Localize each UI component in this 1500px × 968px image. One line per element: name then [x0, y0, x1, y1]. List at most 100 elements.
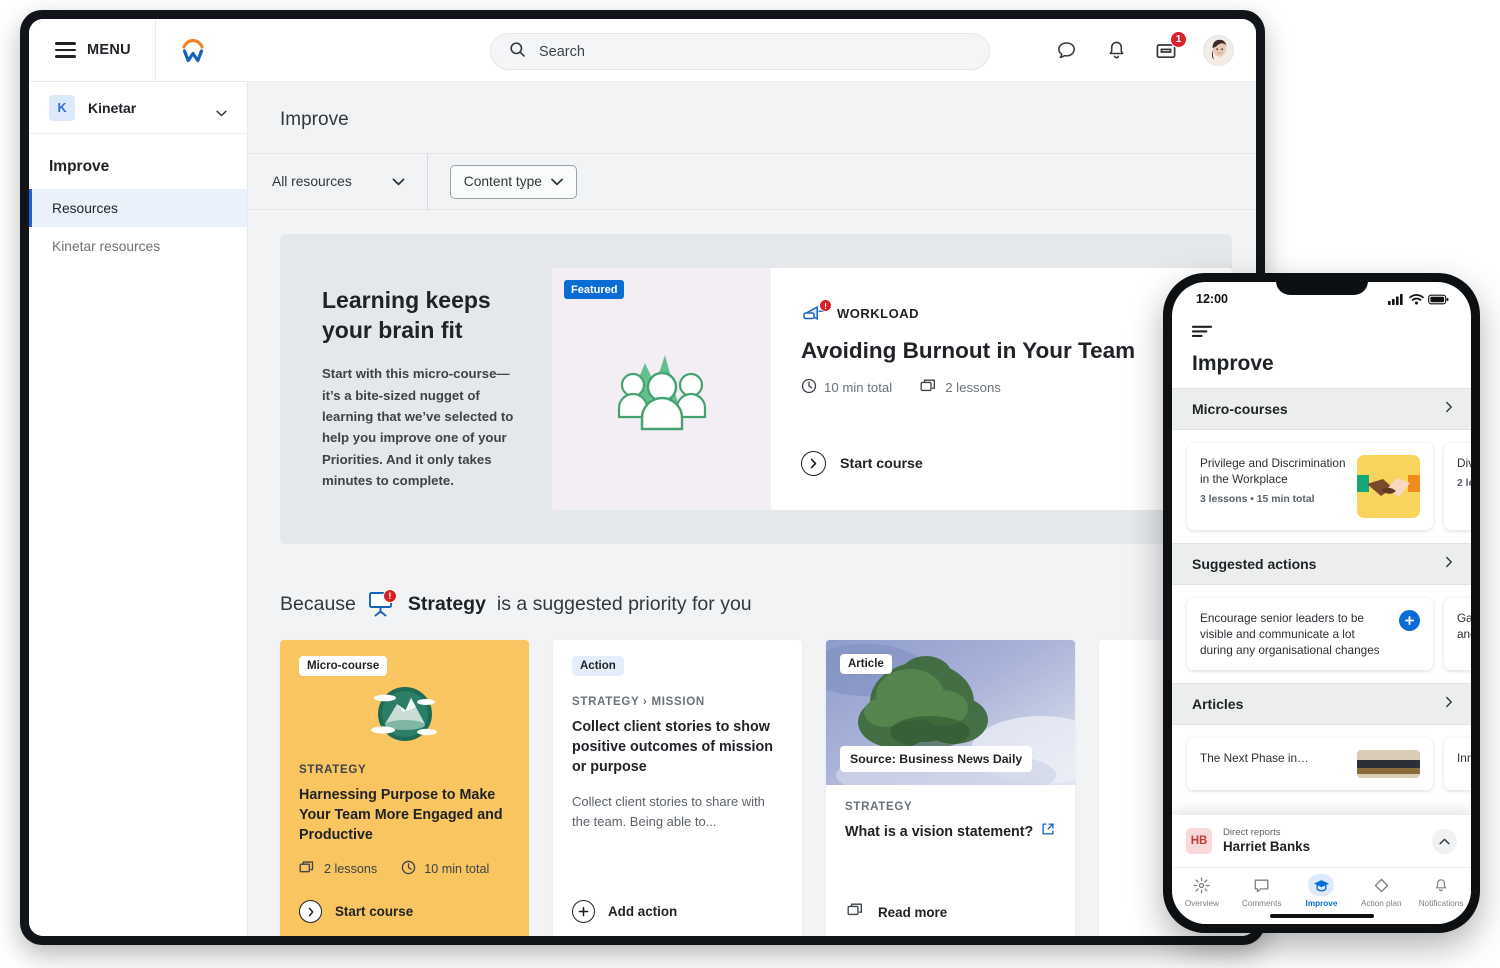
- status-icons: [1388, 293, 1449, 305]
- featured-category-row: ! WORKLOAD: [801, 302, 1202, 324]
- read-more-button[interactable]: Read more: [826, 902, 1075, 936]
- mobile-action-card[interactable]: Gai… taki… and…: [1444, 598, 1471, 670]
- graduation-cap-icon: [1308, 874, 1334, 896]
- course-title: Div… in R…: [1457, 455, 1471, 471]
- team-illustration: [587, 329, 737, 449]
- mobile-course-card[interactable]: Div… in R… 2 les…: [1444, 443, 1471, 530]
- lessons-meta: 2 lessons: [920, 378, 1001, 397]
- resource-filter-dropdown[interactable]: All resources: [272, 153, 428, 210]
- expand-sheet-button[interactable]: [1432, 829, 1457, 854]
- card-meta: 2 lessons 10 min total: [299, 860, 510, 878]
- add-action-button[interactable]: [1399, 610, 1420, 631]
- card-description: Collect client stories to share with the…: [572, 792, 783, 831]
- avatar-initials: HB: [1186, 828, 1212, 854]
- mobile-article-list: The Next Phase in… Inn…: [1172, 725, 1471, 803]
- mobile-article-card[interactable]: The Next Phase in…: [1187, 738, 1433, 790]
- chevron-right-icon: [1445, 695, 1453, 713]
- start-course-button[interactable]: Start course: [280, 900, 529, 936]
- mobile-micro-course-list: Privilege and Discrimination in the Work…: [1172, 430, 1471, 543]
- read-more-label: Read more: [878, 905, 947, 920]
- article-thumbnail: [1357, 750, 1420, 778]
- clock-icon: [801, 378, 817, 397]
- sidebar-item-kinetar-resources[interactable]: Kinetar resources: [29, 227, 247, 265]
- mobile-article-card[interactable]: Inn…: [1444, 738, 1471, 790]
- desktop-device-frame: MENU Search: [20, 10, 1265, 945]
- card-micro-course[interactable]: Micro-course: [280, 640, 529, 936]
- lessons-stack-icon: [299, 860, 316, 878]
- filter-lines-icon[interactable]: [1192, 325, 1213, 342]
- sidebar: K Kinetar Improve Resources Kinetar reso…: [29, 82, 248, 936]
- tab-overview[interactable]: Overview: [1174, 874, 1230, 908]
- status-time: 12:00: [1196, 292, 1228, 306]
- section-label: Micro-courses: [1192, 401, 1288, 417]
- priority-name: Strategy: [408, 593, 486, 616]
- mobile-course-card[interactable]: Privilege and Discrimination in the Work…: [1187, 443, 1433, 530]
- course-title: Privilege and Discrimination in the Work…: [1200, 455, 1347, 487]
- sidebar-item-label: Resources: [52, 201, 118, 216]
- sidebar-item-resources[interactable]: Resources: [29, 189, 247, 227]
- workday-logo[interactable]: [156, 33, 230, 67]
- action-title: Gai… taki… and…: [1457, 610, 1471, 642]
- org-switcher[interactable]: K Kinetar: [29, 82, 247, 134]
- inbox-icon[interactable]: 1: [1153, 38, 1179, 64]
- card-action[interactable]: Action STRATEGY › MISSION Collect client…: [553, 640, 802, 936]
- signal-icon: [1388, 293, 1405, 305]
- app-body: K Kinetar Improve Resources Kinetar reso…: [29, 82, 1256, 936]
- because-prefix: Because: [280, 593, 356, 616]
- hero-banner: Learning keeps your brain fit Start with…: [280, 234, 1232, 544]
- search-input[interactable]: Search: [490, 33, 990, 70]
- content-type-button[interactable]: Content type: [450, 165, 577, 199]
- card-body: Action STRATEGY › MISSION Collect client…: [553, 640, 802, 847]
- featured-course-card[interactable]: Featured: [552, 268, 1232, 510]
- article-title: Inn…: [1457, 750, 1471, 766]
- mobile-section-micro-courses[interactable]: Micro-courses: [1172, 388, 1471, 430]
- inbox-badge-count: 1: [1170, 31, 1187, 48]
- article-photo: Article Source: Business News Daily: [826, 640, 1075, 785]
- tab-comments[interactable]: Comments: [1234, 874, 1290, 908]
- handshake-illustration: [1357, 455, 1420, 518]
- mobile-section-suggested-actions[interactable]: Suggested actions: [1172, 543, 1471, 585]
- hero-heading: Learning keeps your brain fit: [322, 286, 526, 345]
- screenshot-stage: MENU Search: [0, 0, 1500, 968]
- featured-course-thumbnail: Featured: [552, 268, 771, 510]
- card-tag: Action: [572, 656, 624, 676]
- tab-improve[interactable]: Improve: [1293, 874, 1349, 908]
- top-bar-actions: 1: [1053, 19, 1234, 82]
- add-action-button[interactable]: Add action: [553, 900, 802, 936]
- menu-button[interactable]: MENU: [29, 19, 156, 82]
- start-course-button[interactable]: Start course: [801, 451, 1202, 476]
- chat-icon[interactable]: [1053, 38, 1079, 64]
- bell-icon: [1428, 874, 1454, 896]
- hero-paragraph: Start with this micro-course—it’s a bite…: [322, 363, 526, 491]
- add-action-label: Add action: [608, 904, 677, 919]
- card-article[interactable]: Article Source: Business News Daily STRA…: [826, 640, 1075, 936]
- chevron-right-icon: [801, 451, 826, 476]
- mobile-action-list: Encourage senior leaders to be visible a…: [1172, 585, 1471, 683]
- avatar[interactable]: [1203, 35, 1234, 66]
- duration-meta: 10 min total: [401, 860, 489, 878]
- tab-label: Improve: [1306, 899, 1338, 908]
- search-container: Search: [490, 33, 990, 70]
- mobile-action-card[interactable]: Encourage senior leaders to be visible a…: [1187, 598, 1433, 670]
- direct-report-sheet[interactable]: HB Direct reports Harriet Banks: [1172, 814, 1471, 867]
- tab-action-plan[interactable]: Action plan: [1353, 874, 1409, 908]
- hero-intro: Learning keeps your brain fit Start with…: [322, 286, 552, 491]
- megaphone-icon: !: [801, 302, 828, 324]
- card-body: Micro-course: [280, 640, 529, 894]
- card-title: What is a vision statement?: [845, 822, 1033, 842]
- chat-icon: [1249, 874, 1275, 896]
- presentation-board-icon: !: [367, 590, 397, 618]
- mobile-section-articles[interactable]: Articles: [1172, 683, 1471, 725]
- tab-notifications[interactable]: Notifications: [1413, 874, 1469, 908]
- course-meta: 2 les…: [1457, 478, 1471, 489]
- notch: [1276, 282, 1368, 295]
- featured-category-label: WORKLOAD: [837, 306, 919, 321]
- card-body: STRATEGY What is a vision statement?: [826, 785, 1075, 858]
- desktop-screen: MENU Search: [29, 19, 1256, 936]
- mobile-device-frame: 12:00 Improve Micro-courses: [1163, 273, 1480, 933]
- duration-meta: 10 min total: [801, 378, 892, 397]
- bell-icon[interactable]: [1103, 38, 1129, 64]
- chevron-right-icon: [299, 900, 322, 923]
- mobile-page-title: Improve: [1192, 352, 1451, 376]
- tab-label: Overview: [1185, 899, 1219, 908]
